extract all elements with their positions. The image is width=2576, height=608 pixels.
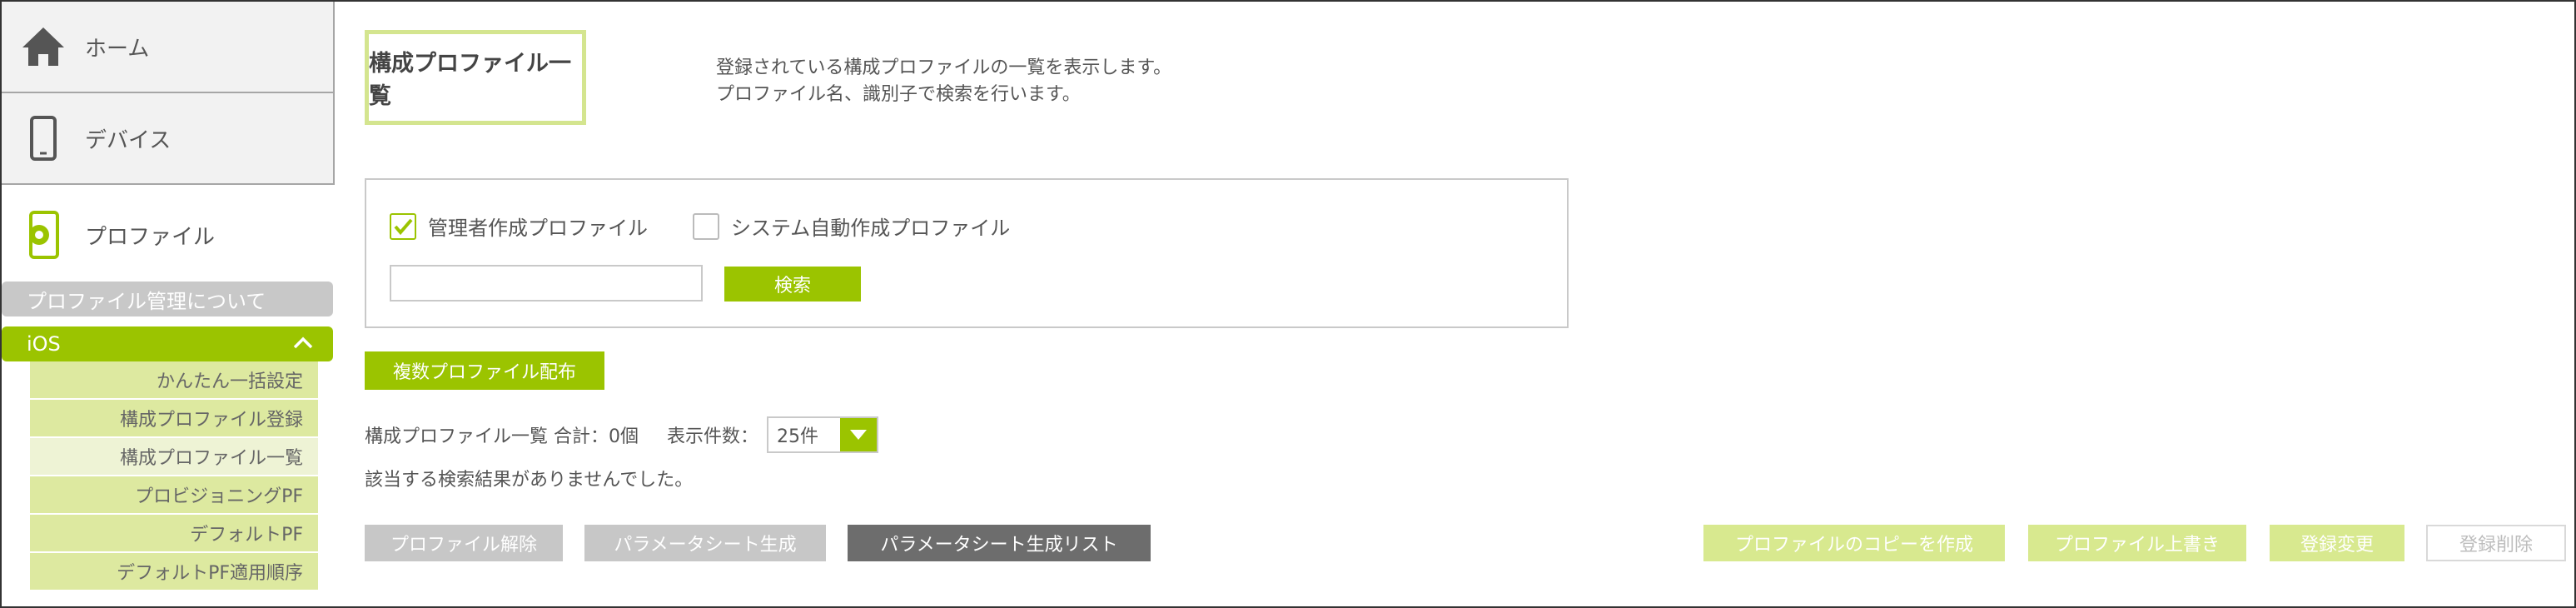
search-button[interactable]: 検索 [724,267,861,302]
dropdown-arrow-icon [840,418,878,451]
delete-registration-button[interactable]: 登録削除 [2426,525,2566,561]
nav-profile-label: プロファイル [85,224,216,250]
per-page-value: 25件 [777,426,819,447]
per-page-label: 表示件数： [667,426,759,447]
profile-management-about[interactable]: プロファイル管理について [2,282,333,316]
description-line-1: 登録されている構成プロファイルの一覧を表示します。 [716,57,1172,78]
no-result-message: 該当する検索結果がありませんでした。 [365,470,694,491]
submenu-provisioning-pf[interactable]: プロビジョニングPF [30,476,318,515]
submenu-default-pf[interactable]: デフォルトPF [30,515,318,553]
nav-device-label: デバイス [85,127,172,153]
per-page-select[interactable]: 25件 [767,416,879,453]
nav-home[interactable]: ホーム [2,2,335,93]
checkbox-empty-icon [693,212,719,240]
system-profile-checkbox[interactable]: システム自動作成プロファイル [693,212,1010,241]
nav-home-label: ホーム [85,36,150,62]
system-profile-label: システム自動作成プロファイル [731,217,1011,240]
submenu-default-pf-order[interactable]: デフォルトPF適用順序 [30,553,318,591]
param-sheet-button[interactable]: パラメータシート生成 [584,525,826,561]
profile-overwrite-button[interactable]: プロファイル上書き [2028,525,2246,561]
admin-profile-checkbox[interactable]: 管理者作成プロファイル [390,212,648,241]
param-sheet-list-button[interactable]: パラメータシート生成リスト [848,525,1151,561]
admin-profile-label: 管理者作成プロファイル [428,217,648,240]
search-input[interactable] [390,265,703,302]
profile-release-button[interactable]: プロファイル解除 [365,525,563,561]
profile-gear-icon [20,210,67,260]
page-title: 構成プロファイル一覧 [365,30,586,125]
multi-profile-deploy-button[interactable]: 複数プロファイル配布 [365,351,604,390]
page-description: 登録されている構成プロファイルの一覧を表示します。 プロファイル名、識別子で検索… [716,55,1171,108]
edit-registration-button[interactable]: 登録変更 [2270,525,2404,561]
ios-section-toggle[interactable]: iOS [2,326,333,361]
submenu-profile-list[interactable]: 構成プロファイル一覧 [30,438,318,476]
smartphone-icon [20,115,67,162]
home-icon [20,23,67,70]
nav-device[interactable]: デバイス [2,93,335,185]
chevron-up-icon [291,331,315,360]
description-line-2: プロファイル名、識別子で検索を行います。 [716,84,1081,105]
ios-submenu: かんたん一括設定 構成プロファイル登録 構成プロファイル一覧 プロビジョニングP… [30,361,318,591]
total-count: 構成プロファイル一覧 合計：0個 [365,426,639,447]
search-panel: 管理者作成プロファイル システム自動作成プロファイル 検索 [365,178,1569,328]
profile-copy-button[interactable]: プロファイルのコピーを作成 [1703,525,2005,561]
ios-label: iOS [27,332,61,356]
checkmark-icon [390,212,416,240]
nav-profile[interactable]: プロファイル [2,188,335,282]
submenu-profile-register[interactable]: 構成プロファイル登録 [30,400,318,438]
list-summary: 構成プロファイル一覧 合計：0個 表示件数： 25件 [365,416,879,453]
submenu-easy-setup[interactable]: かんたん一括設定 [30,361,318,400]
